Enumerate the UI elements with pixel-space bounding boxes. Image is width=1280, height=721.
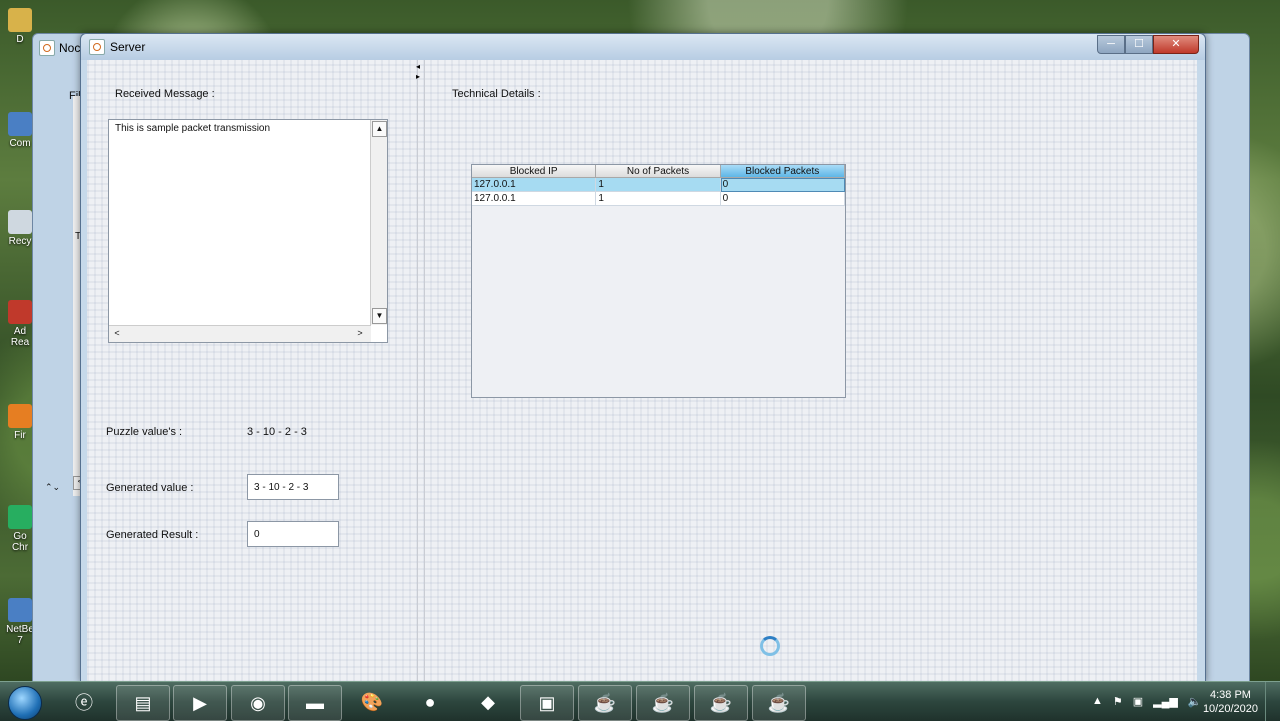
generated-value-field[interactable]: 3 - 10 - 2 - 3 — [247, 474, 339, 500]
generated-value-label: Generated value : — [106, 482, 194, 494]
scroll-down-icon[interactable]: ▼ — [372, 308, 387, 324]
generated-result-label: Generated Result : — [106, 529, 199, 541]
split-arrows-icon[interactable]: ◂ ▸ — [416, 62, 420, 82]
puzzle-value-label: Puzzle value's : — [106, 426, 183, 438]
notepad-icon[interactable]: ◆ — [462, 685, 514, 719]
generated-result-field[interactable]: 0 — [247, 521, 339, 547]
desktop-shortcut-icon — [8, 210, 32, 234]
maximize-button[interactable]: ☐ — [1125, 35, 1153, 54]
java-app-icon[interactable]: ☕ — [752, 685, 806, 721]
internet-explorer-icon[interactable]: ⓔ — [58, 685, 110, 719]
back-window-spinner[interactable]: ⌃⌄ — [45, 482, 60, 493]
media-player-icon[interactable]: ▶ — [173, 685, 227, 721]
java-app-icon[interactable]: ☕ — [694, 685, 748, 721]
vertical-scrollbar[interactable]: ▲ ▼ — [370, 120, 387, 325]
java-app-icon[interactable]: ☕ — [578, 685, 632, 721]
puzzle-value: 3 - 10 - 2 - 3 — [247, 426, 307, 438]
desktop-shortcut-icon — [8, 505, 32, 529]
desktop-shortcut-icon — [8, 8, 32, 32]
taskbar: ⓔ ▤ ▶ ◉ ▬ 🎨 ● ◆ ▣ ☕ ☕ ☕ ☕ ▲ ⚑ ▣ ▂▄▆ 🔈 4:… — [0, 681, 1280, 721]
table-cell[interactable]: 1 — [596, 178, 721, 192]
clock-time: 4:38 PM — [1209, 689, 1251, 701]
window-controls: ─ ☐ ✕ — [1097, 35, 1199, 54]
scroll-left-icon[interactable]: < — [110, 327, 124, 340]
received-message-label: Received Message : — [115, 88, 215, 100]
chrome-icon[interactable]: ◉ — [231, 685, 285, 721]
terminal-icon[interactable]: ▬ — [288, 685, 342, 721]
table-cell[interactable]: 1 — [596, 192, 721, 206]
table-cell[interactable]: 0 — [720, 192, 845, 206]
title-bar[interactable]: Server ─ ☐ ✕ — [81, 34, 1205, 60]
scroll-up-icon[interactable]: ▲ — [372, 121, 387, 137]
minimize-button[interactable]: ─ — [1097, 35, 1125, 54]
start-button[interactable] — [8, 686, 42, 720]
volume-icon[interactable]: 🔈 — [1188, 695, 1202, 708]
netbeans-icon[interactable]: ▣ — [520, 685, 574, 721]
table-header: Blocked IP No of Packets Blocked Packets — [472, 165, 845, 178]
horizontal-scrollbar[interactable]: < > — [109, 325, 371, 342]
table-row[interactable]: 127.0.0.1 1 0 — [472, 192, 845, 206]
java-icon — [39, 40, 55, 56]
technical-details-label: Technical Details : — [452, 88, 541, 100]
server-window[interactable]: Server ─ ☐ ✕ ◂ ▸ Received Message : This … — [80, 33, 1206, 683]
split-pane-divider[interactable] — [417, 60, 425, 682]
system-tray: ▲ ⚑ ▣ ▂▄▆ 🔈 4:38 PM 10/20/2020 — [1080, 682, 1280, 721]
loading-cursor-icon — [760, 636, 780, 656]
desktop-shortcut-icon — [8, 112, 32, 136]
file-explorer-icon[interactable]: ▤ — [116, 685, 170, 721]
table-row[interactable]: 127.0.0.1 1 0 — [472, 178, 845, 192]
clock-date: 10/20/2020 — [1202, 703, 1258, 715]
column-header-no-of-packets[interactable]: No of Packets — [596, 165, 721, 178]
java-icon — [89, 39, 105, 55]
table-cell[interactable]: 0 — [720, 178, 845, 192]
received-message-text: This is sample packet transmission — [115, 123, 271, 134]
desktop-shortcut-icon — [8, 598, 32, 622]
firefox-icon[interactable]: ● — [404, 685, 456, 719]
table-cell[interactable]: 127.0.0.1 — [472, 192, 597, 206]
clock[interactable]: 4:38 PM 10/20/2020 — [1203, 688, 1258, 716]
desktop-shortcut-icon — [8, 404, 32, 428]
paint-icon[interactable]: 🎨 — [346, 685, 398, 719]
table-cell[interactable]: 127.0.0.1 — [472, 178, 597, 192]
window-title: Server — [89, 39, 145, 55]
show-hidden-icon[interactable]: ▲ — [1092, 695, 1103, 708]
window-client-area: ◂ ▸ Received Message : This is sample pac… — [87, 60, 1197, 682]
signal-icon[interactable]: ▂▄▆ — [1153, 695, 1178, 708]
column-header-blocked-ip[interactable]: Blocked IP — [472, 165, 597, 178]
show-desktop-button[interactable] — [1265, 682, 1280, 721]
blocked-table[interactable]: Blocked IP No of Packets Blocked Packets… — [471, 164, 846, 398]
close-button[interactable]: ✕ — [1153, 35, 1199, 54]
back-window-title: Noc — [39, 40, 80, 56]
received-message-textarea[interactable]: This is sample packet transmission ▲ ▼ <… — [108, 119, 388, 343]
column-header-blocked-packets[interactable]: Blocked Packets — [720, 165, 845, 178]
desktop-shortcut-icon — [8, 300, 32, 324]
scroll-right-icon[interactable]: > — [353, 327, 367, 340]
java-app-icon[interactable]: ☕ — [636, 685, 690, 721]
flag-icon[interactable]: ⚑ — [1113, 695, 1123, 708]
device-icon[interactable]: ▣ — [1133, 695, 1143, 708]
